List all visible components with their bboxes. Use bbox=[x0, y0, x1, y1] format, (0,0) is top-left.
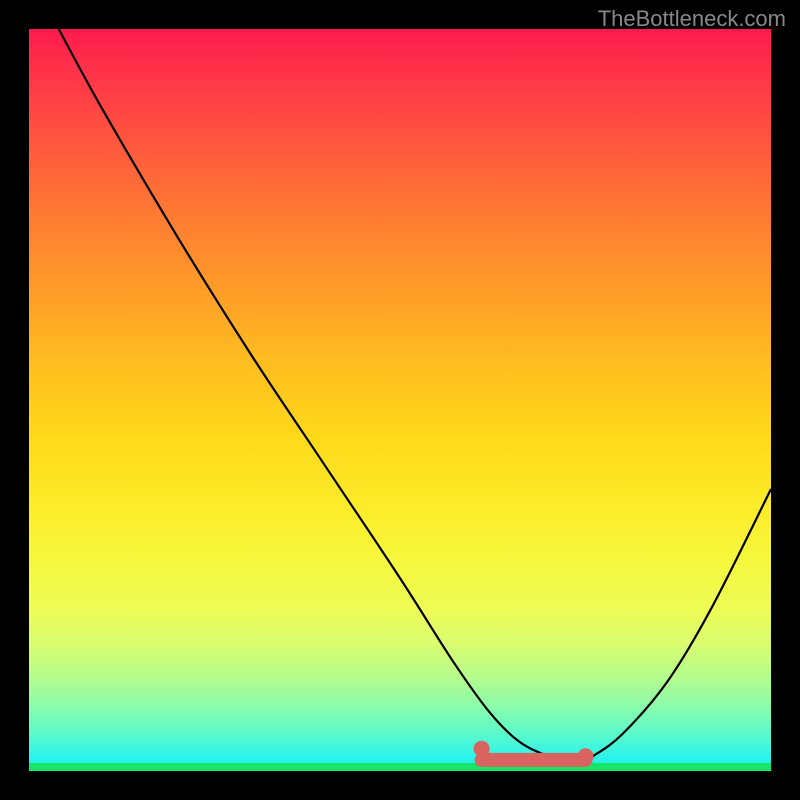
marker-zone-start bbox=[474, 741, 490, 757]
plot-area bbox=[29, 29, 771, 771]
bottleneck-curve bbox=[59, 29, 771, 764]
curve-path bbox=[59, 29, 771, 764]
curve-svg bbox=[29, 29, 771, 771]
marker-zone-end bbox=[578, 748, 594, 764]
watermark-text: TheBottleneck.com bbox=[598, 6, 786, 32]
